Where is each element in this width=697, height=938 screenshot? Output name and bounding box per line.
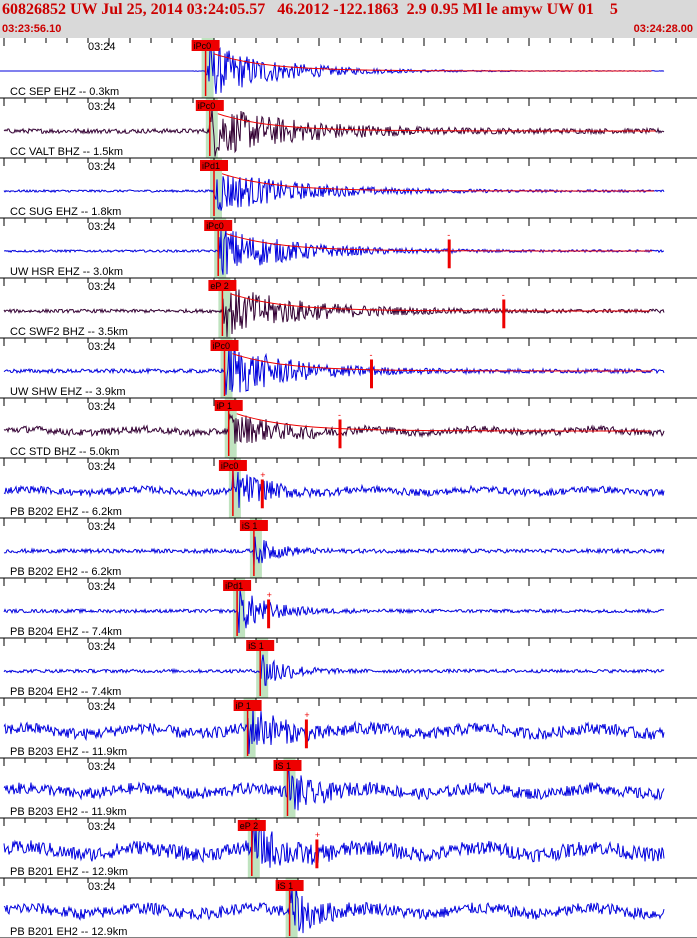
station-label: UW SHW EHZ -- 3.9km: [10, 386, 126, 398]
station-label: PB B202 EH2 -- 6.2km: [10, 566, 121, 578]
coda-envelope: [221, 173, 654, 192]
time-label: 03:24: [88, 461, 116, 473]
station-label: CC VALT BHZ -- 1.5km: [10, 146, 123, 158]
pick-label: iPc0: [194, 41, 212, 51]
station-label: PB B204 EHZ -- 7.4km: [10, 626, 122, 638]
station-label: PB B204 EH2 -- 7.4km: [10, 686, 121, 698]
pick-label: iS 1: [278, 881, 294, 891]
station-label: UW HSR EHZ -- 3.0km: [10, 266, 123, 278]
time-label: 03:24: [88, 341, 116, 353]
time-label: 03:24: [88, 761, 116, 773]
pick-label: iP 1: [236, 701, 251, 711]
station-label: PB B203 EHZ -- 11.9km: [10, 746, 127, 758]
seismic-trace: [3, 413, 665, 444]
seismic-trace: [3, 654, 665, 686]
coda-envelope: [232, 353, 653, 372]
station-label: PB B201 EHZ -- 12.9km: [10, 866, 128, 878]
pick-label: iS 1: [242, 521, 258, 531]
station-label: PB B202 EHZ -- 6.2km: [10, 506, 122, 518]
station-label: CC SEP EHZ -- 0.3km: [10, 86, 119, 98]
time-label: 03:24: [88, 641, 116, 653]
amplitude-marker-label: -: [447, 230, 450, 240]
time-label: 03:24: [88, 281, 116, 293]
amplitude-marker-label: +: [267, 590, 272, 600]
time-label: 03:24: [88, 581, 116, 593]
pick-label: iPd1: [225, 581, 243, 591]
seismic-trace: [3, 769, 665, 811]
window-end-time: 03:24:28.00: [633, 23, 693, 35]
time-label: 03:24: [88, 521, 116, 533]
station-label: PB B203 EH2 -- 11.9km: [10, 806, 127, 818]
pick-label: iPc0: [206, 221, 224, 231]
pick-label: eP 2: [210, 281, 228, 291]
amplitude-marker-label: -: [338, 410, 341, 420]
station-label: CC SUG EHZ -- 1.8km: [10, 206, 121, 218]
window-start-time: 03:23:56.10: [2, 23, 62, 35]
pick-label: iP 1: [217, 401, 232, 411]
pick-label: iS 1: [276, 761, 292, 771]
station-label: PB B201 EH2 -- 12.9km: [10, 926, 127, 938]
station-label: CC SWF2 BHZ -- 3.5km: [10, 326, 128, 338]
pick-label: iPc0: [198, 101, 216, 111]
amplitude-marker-label: -: [502, 290, 505, 300]
time-label: 03:24: [88, 701, 116, 713]
pick-label: iPc0: [213, 341, 231, 351]
time-label: 03:24: [88, 881, 116, 893]
pick-label: iPc0: [221, 461, 239, 471]
event-header: 60826852 UW Jul 25, 2014 03:24:05.57 46.…: [0, 0, 697, 38]
station-label: CC STD BHZ -- 5.0km: [10, 446, 119, 458]
seismic-trace: [3, 536, 665, 567]
amplitude-marker-label: +: [260, 470, 265, 480]
amplitude-marker-label: +: [304, 710, 309, 720]
coda-envelope: [226, 233, 653, 252]
time-label: 03:24: [88, 401, 116, 413]
amplitude-marker-label: +: [315, 830, 320, 840]
pick-label: eP 2: [240, 821, 258, 831]
time-label: 03:24: [88, 821, 116, 833]
seismic-trace: [3, 470, 665, 508]
seismogram-panel: iPc0 03:24 CC SEP EHZ -- 0.3km iPc0 03:24 CC …: [0, 38, 697, 938]
time-label: 03:24: [88, 101, 116, 113]
amplitude-marker-label: -: [370, 350, 373, 360]
time-label: 03:24: [88, 221, 116, 233]
event-title: 60826852 UW Jul 25, 2014 03:24:05.57 46.…: [2, 1, 618, 18]
pick-label: iPd1: [202, 161, 220, 171]
pick-label: iS 1: [248, 641, 264, 651]
time-label: 03:24: [88, 41, 116, 53]
time-label: 03:24: [88, 161, 116, 173]
